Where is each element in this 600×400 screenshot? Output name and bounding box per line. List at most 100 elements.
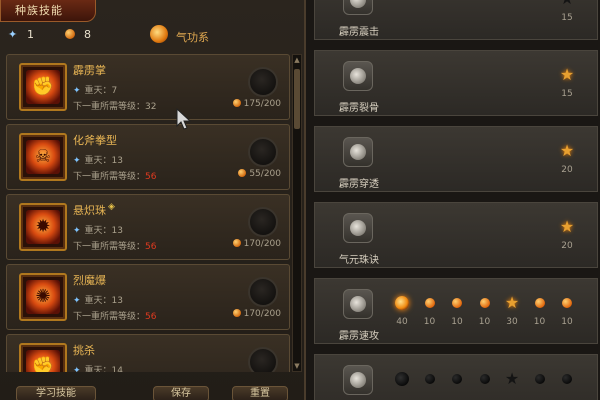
dot-node-icon[interactable] <box>446 368 468 390</box>
resource-bar: ✦ 1 8 气功系 <box>0 22 306 50</box>
shield-badge-icon: ◈ <box>108 202 115 212</box>
upgrade-button[interactable] <box>248 277 278 307</box>
burst-node-icon[interactable] <box>391 368 413 390</box>
skill-tree-icon[interactable] <box>343 137 373 167</box>
upgrade-button[interactable] <box>248 347 278 372</box>
star-icon: ✦ <box>73 296 81 306</box>
dot-node-icon[interactable] <box>556 368 578 390</box>
next-level-requirement: 下一重所需等级：56 <box>73 172 157 182</box>
skill-card[interactable]: ✊ 霹雳掌 ✦ 重天：7 下一重所需等级：32 175/200 <box>6 54 290 120</box>
skill-tree-icon[interactable] <box>343 61 373 91</box>
dot-node-icon[interactable] <box>529 292 551 314</box>
dot-node-icon[interactable] <box>474 292 496 314</box>
skill-tree-icon[interactable] <box>343 289 373 319</box>
coin-icon <box>238 169 247 177</box>
star-icon: ✦ <box>73 366 81 372</box>
skill-tree-icon[interactable] <box>343 213 373 243</box>
node-value: 10 <box>423 317 436 327</box>
skill-level: ✦ 重天：13 <box>73 296 123 306</box>
skill-icon[interactable]: ✊ <box>19 343 67 372</box>
skill-tree-row: 霹雳延杀★ <box>314 354 598 400</box>
skill-card[interactable]: ☠ 化斧拳型 ✦ 重天：13 下一重所需等级：56 55/200 <box>6 124 290 190</box>
skill-tree-name: 霹雳速攻 <box>339 331 379 342</box>
node-value: 10 <box>561 317 573 327</box>
skill-level: ✦ 重天：13 <box>73 226 123 236</box>
node-value: 10 <box>478 317 491 327</box>
skill-cost: 55/200 <box>238 169 281 179</box>
skill-cost: 175/200 <box>232 99 281 109</box>
skill-name: 霹雳掌 <box>73 64 106 77</box>
skill-card[interactable]: ✺ 烈魔爆 ✦ 重天：13 下一重所需等级：56 170/200 <box>6 264 290 330</box>
star-node-icon[interactable]: ★ <box>501 292 523 314</box>
mouse-cursor-icon <box>176 108 192 130</box>
coin-count: 8 <box>84 28 91 41</box>
star-icon: ✦ <box>8 28 18 41</box>
skill-level: ✦ 重天：13 <box>73 156 123 166</box>
skill-level: ✦ 重天：7 <box>73 86 118 96</box>
star-node-icon[interactable]: ★ <box>501 368 523 390</box>
skill-cost: 170/200 <box>232 309 281 319</box>
star-icon: ✦ <box>73 156 81 166</box>
node-value: 30 <box>506 317 518 327</box>
skill-tree-icon[interactable] <box>343 365 373 395</box>
star-count: 1 <box>27 28 34 41</box>
skill-card-list: ✊ 霹雳掌 ✦ 重天：7 下一重所需等级：32 175/200 ☠ 化斧拳型 ✦ 重天：13 下一重… <box>6 54 290 372</box>
skill-icon[interactable]: ✺ <box>19 273 67 321</box>
skill-tree-icon[interactable] <box>343 0 373 15</box>
skill-icon[interactable]: ✊ <box>19 63 67 111</box>
skill-name: 悬炽珠 <box>73 204 106 217</box>
node-value: 10 <box>451 317 463 327</box>
skill-tree-name: 霹雳震击 <box>339 27 379 38</box>
fire-orb-icon <box>150 25 168 43</box>
skill-card[interactable]: ✊ 挑杀 ✦ 重天：14 <box>6 334 290 372</box>
node-value: 20 <box>561 165 573 175</box>
upgrade-button[interactable] <box>248 207 278 237</box>
dot-node-icon[interactable] <box>556 292 578 314</box>
scrollbar[interactable]: ▲ ▼ <box>292 54 302 372</box>
scroll-thumb[interactable] <box>294 69 300 129</box>
skill-level: ✦ 重天：14 <box>73 363 123 372</box>
dot-node-icon[interactable] <box>529 368 551 390</box>
coin-icon <box>232 99 241 107</box>
coin-icon <box>232 239 241 247</box>
skill-name: 挑杀 <box>73 344 95 357</box>
skill-name: 烈魔爆 <box>73 274 106 287</box>
learn-skill-button[interactable]: 学习技能 <box>16 386 96 400</box>
node-value: 15 <box>561 13 573 23</box>
node-value: 15 <box>561 89 573 99</box>
skill-tree-row: 霹雳裂骨 ★ 15 <box>314 50 598 116</box>
dot-node-icon[interactable] <box>419 368 441 390</box>
skill-tree-panel: 霹雳震击 ★ 15 霹雳裂骨 ★ 15 霹雳穿透 ★ 20 气元珠诀 ★ 20 霹雳速攻 40 10 10 10… <box>306 0 600 400</box>
dot-node-icon[interactable] <box>419 292 441 314</box>
next-level-requirement: 下一重所需等级：56 <box>73 242 157 252</box>
skill-tree-name: 气元珠诀 <box>339 255 379 266</box>
star-icon: ✦ <box>73 226 81 236</box>
dot-node-icon[interactable] <box>474 368 496 390</box>
skill-category[interactable]: 气功系 <box>176 29 209 45</box>
burst-node-icon[interactable] <box>391 292 413 314</box>
reset-button[interactable]: 重置 <box>232 386 288 400</box>
dot-node-icon[interactable] <box>446 292 468 314</box>
star-node-icon[interactable]: ★ <box>556 140 578 162</box>
tab-race-skills[interactable]: 种族技能 <box>0 0 96 22</box>
star-node-icon[interactable]: ★ <box>556 216 578 238</box>
next-level-requirement: 下一重所需等级：56 <box>73 312 157 322</box>
scroll-up-icon[interactable]: ▲ <box>293 55 301 65</box>
coin-icon <box>65 29 75 39</box>
skill-panel-left: 种族技能 ✦ 1 8 气功系 ✊ 霹雳掌 ✦ 重天：7 下一重所需等级：32 175/20… <box>0 0 306 400</box>
upgrade-button[interactable] <box>248 67 278 97</box>
node-value: 20 <box>561 241 573 251</box>
skill-tree-row: 霹雳速攻 40 10 10 10 ★ 30 10 10 <box>314 278 598 344</box>
skill-tree-name: 霹雳穿透 <box>339 179 379 190</box>
coin-icon <box>232 309 241 317</box>
upgrade-button[interactable] <box>248 137 278 167</box>
next-level-requirement: 下一重所需等级：32 <box>73 102 157 112</box>
save-button[interactable]: 保存 <box>153 386 209 400</box>
star-node-icon[interactable]: ★ <box>556 64 578 86</box>
scroll-down-icon[interactable]: ▼ <box>293 361 301 371</box>
skill-icon[interactable]: ✹ <box>19 203 67 251</box>
skill-name: 化斧拳型 <box>73 134 117 147</box>
star-node-icon[interactable]: ★ <box>556 0 578 10</box>
skill-icon[interactable]: ☠ <box>19 133 67 181</box>
skill-card[interactable]: ✹ 悬炽珠 ◈ ✦ 重天：13 下一重所需等级：56 170/200 <box>6 194 290 260</box>
